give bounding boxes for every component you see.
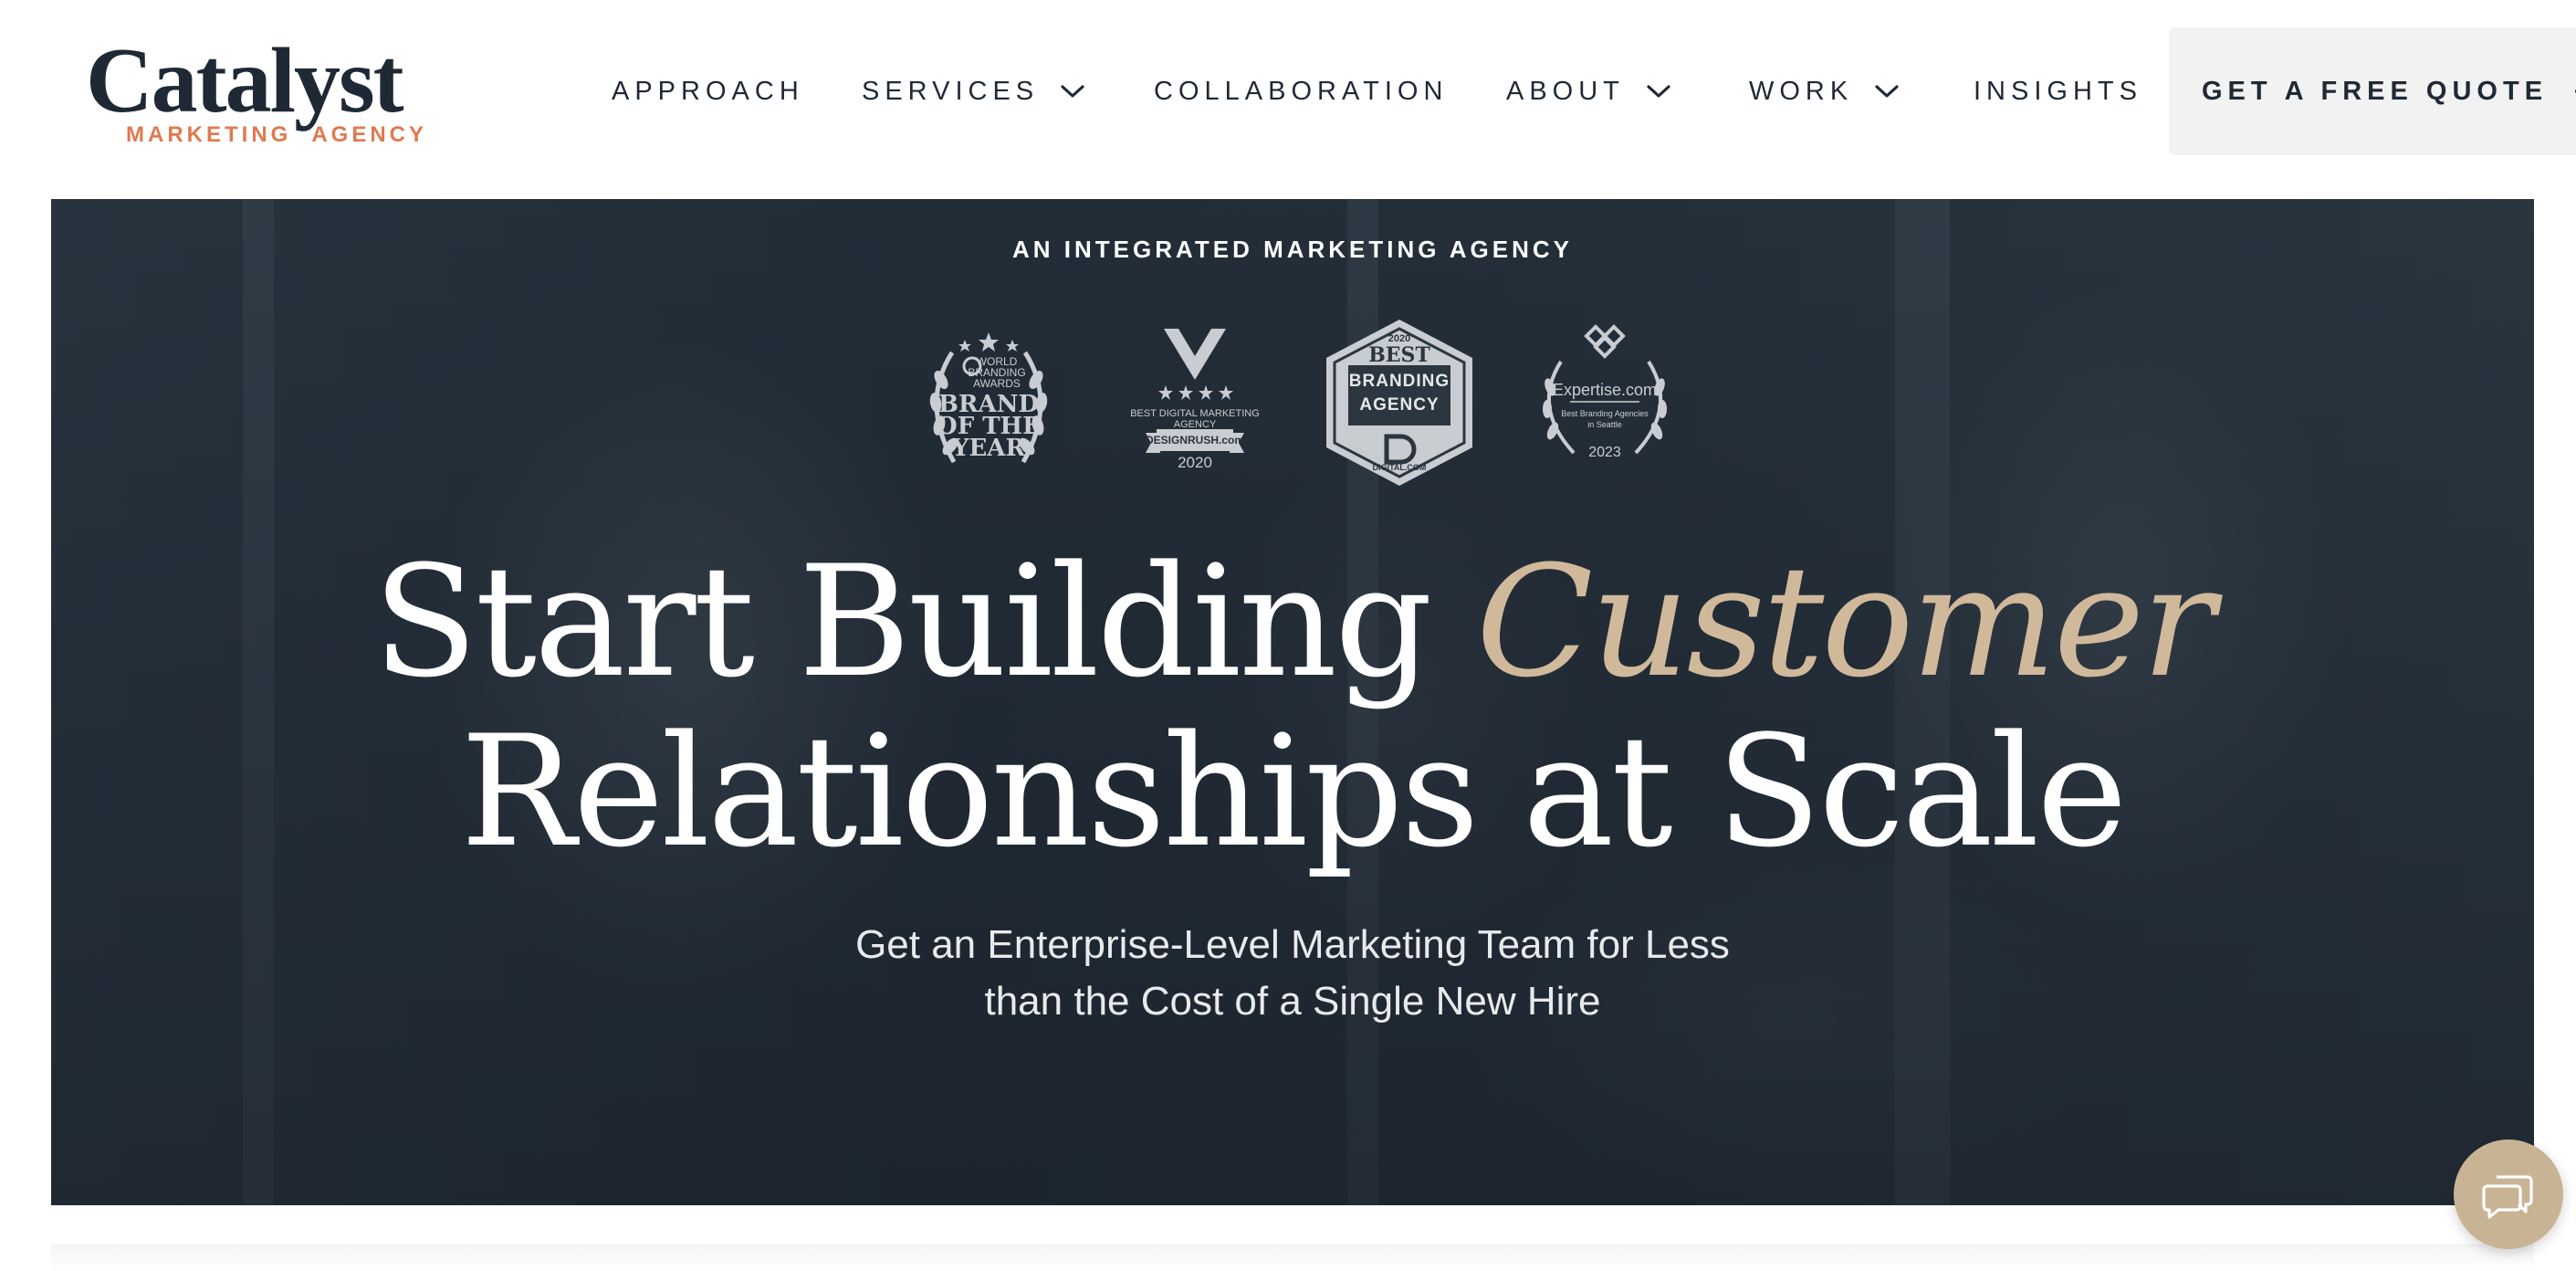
hero-eyebrow: AN INTEGRATED MARKETING AGENCY xyxy=(1012,236,1573,263)
hero-headline: Start Building Customer Relationships at… xyxy=(51,537,2534,877)
chevron-down-icon[interactable] xyxy=(1873,82,1901,100)
badge-text: BEST DIGITAL MARKETING xyxy=(1130,408,1260,419)
badge-text: YEAR xyxy=(951,435,1026,462)
badge-text: Best Branding Agencies xyxy=(1561,409,1649,418)
nav-label: WORK xyxy=(1749,76,1854,106)
nav-label: COLLABORATION xyxy=(1154,76,1449,106)
badge-text: 2023 xyxy=(1588,445,1621,460)
badge-text: DESIGNRUSH.com xyxy=(1145,434,1245,446)
award-badge-brand-of-year: WORLD BRANDING AWARDS BRAND OF THE YEAR xyxy=(906,316,1071,489)
badge-text: AGENCY xyxy=(1359,395,1440,415)
award-badge-designrush: BEST DIGITAL MARKETING AGENCY DESIGNRUSH… xyxy=(1113,316,1277,489)
award-badges: WORLD BRANDING AWARDS BRAND OF THE YEAR xyxy=(51,316,2534,489)
nav-label: APPROACH xyxy=(612,76,804,106)
headline-text: Relationships at Scale xyxy=(460,702,2127,881)
laurel-wreath-icon xyxy=(1543,324,1667,455)
nav-item-approach[interactable]: APPROACH xyxy=(612,75,804,108)
nav-item-insights[interactable]: INSIGHTS xyxy=(1974,75,2142,108)
award-badge-expertise: Expertise.com Best Branding Agencies in … xyxy=(1523,316,1687,489)
subheading-line: than the Cost of a Single New Hire xyxy=(984,979,1601,1024)
badge-text: BRANDING xyxy=(1348,372,1450,391)
nav-label: INSIGHTS xyxy=(1974,76,2142,106)
chat-bubbles-icon xyxy=(2482,1175,2533,1219)
get-free-quote-button[interactable]: GET A FREE QUOTE xyxy=(2169,27,2576,155)
headline-text: Start Building xyxy=(372,532,1476,711)
chat-button[interactable] xyxy=(2454,1140,2563,1249)
nav-label: SERVICES xyxy=(862,76,1040,106)
subheading-line: Get an Enterprise-Level Marketing Team f… xyxy=(855,922,1730,967)
hero-section: AN INTEGRATED MARKETING AGENCY WORLD BRA… xyxy=(51,199,2534,1205)
badge-text: DIGITAL.COM xyxy=(1372,463,1427,472)
nav-item-work[interactable]: WORK xyxy=(1749,75,1901,108)
nav-item-about[interactable]: ABOUT xyxy=(1506,75,1672,108)
badge-text: BEST xyxy=(1368,343,1430,367)
nav-label: ABOUT xyxy=(1506,76,1625,106)
nav-item-collaboration[interactable]: COLLABORATION xyxy=(1154,75,1448,108)
quote-button-label: GET A FREE QUOTE xyxy=(2202,76,2549,106)
badge-text: Expertise.com xyxy=(1552,381,1658,399)
next-section-edge xyxy=(51,1244,2534,1271)
badge-text: AWARDS xyxy=(973,377,1021,390)
nav-item-services[interactable]: SERVICES xyxy=(862,75,1086,108)
badge-text: in Seattle xyxy=(1587,420,1622,429)
badge-text: AGENCY xyxy=(1173,419,1217,430)
award-badge-digital-com: 2020 BEST BRANDING AGENCY DIGITAL.COM xyxy=(1317,316,1482,489)
badge-text: 2020 xyxy=(1178,454,1212,471)
hero-subheading: Get an Enterprise-Level Marketing Team f… xyxy=(51,917,2534,1030)
headline-accent: Customer xyxy=(1475,532,2215,711)
chevron-down-icon[interactable] xyxy=(1059,82,1086,100)
chevron-down-icon[interactable] xyxy=(1645,82,1672,100)
